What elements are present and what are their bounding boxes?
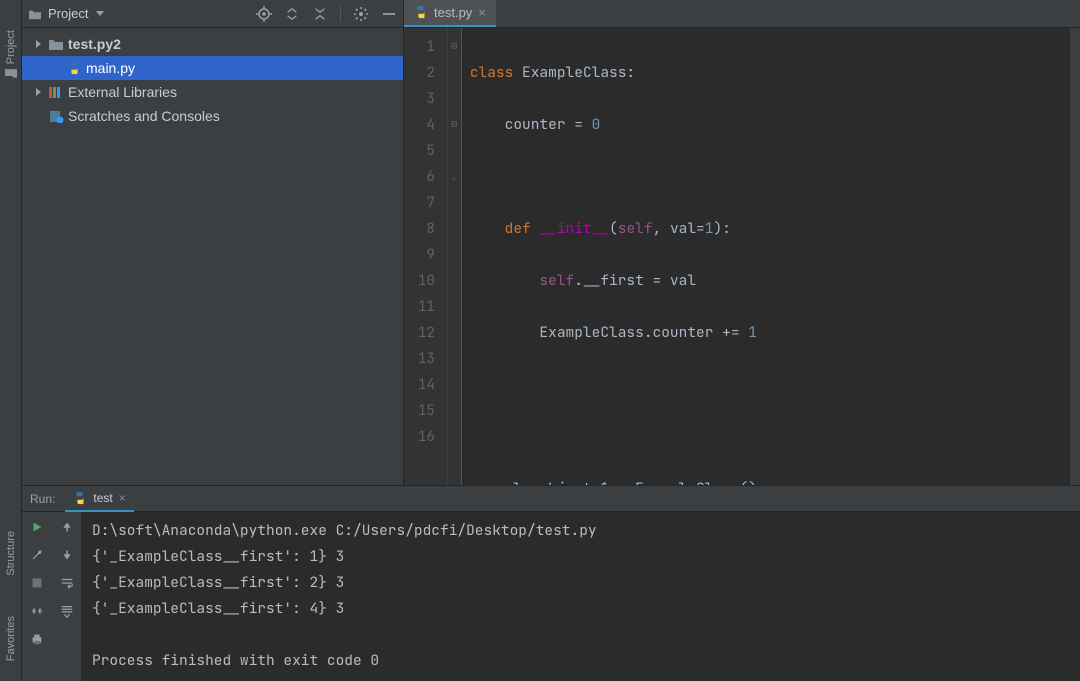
scratches-icon (48, 109, 64, 123)
project-view-title[interactable]: Project (48, 6, 88, 21)
fold-end-icon[interactable]: ⌞ (448, 164, 461, 190)
down-arrow-icon[interactable] (58, 546, 76, 564)
fold-marker-icon[interactable]: ⊟ (448, 34, 461, 60)
libraries-icon (48, 85, 64, 99)
scroll-to-end-icon[interactable] (58, 602, 76, 620)
editor-tab-test-py[interactable]: test.py × (404, 0, 496, 27)
run-tab-test[interactable]: test × (65, 486, 133, 512)
run-tab-label: test (93, 491, 112, 505)
project-icon (4, 68, 18, 80)
favorites-tool-button[interactable]: Favorites (5, 616, 17, 661)
layout-icon[interactable] (28, 602, 46, 620)
tree-row-external-libs[interactable]: External Libraries (22, 80, 403, 104)
run-toolbar-secondary (52, 512, 82, 681)
editor-scrollbar[interactable] (1070, 28, 1080, 485)
editor-tab-bar: test.py × (404, 0, 1080, 28)
locate-icon[interactable] (256, 6, 272, 22)
close-icon[interactable]: × (478, 5, 486, 20)
editor-area: test.py × 12345678910111213141516 ⊟ ⊟ ⌞ … (404, 0, 1080, 485)
project-tree[interactable]: test.py2 main.py (22, 28, 403, 132)
close-icon[interactable]: × (119, 491, 126, 505)
fold-marker-icon[interactable]: ⊟ (448, 112, 461, 138)
rerun-icon[interactable] (28, 518, 46, 536)
soft-wrap-icon[interactable] (58, 574, 76, 592)
python-file-icon (66, 61, 82, 75)
tree-row-root[interactable]: test.py2 (22, 32, 403, 56)
tree-row-scratches[interactable]: Scratches and Consoles (22, 104, 403, 128)
hide-panel-icon[interactable] (381, 6, 397, 22)
settings-wrench-icon[interactable] (28, 546, 46, 564)
settings-gear-icon[interactable] (353, 6, 369, 22)
print-icon[interactable] (28, 630, 46, 648)
fold-gutter: ⊟ ⊟ ⌞ (448, 28, 462, 485)
editor-tab-label: test.py (434, 5, 472, 20)
project-panel: Project (22, 0, 404, 485)
tool-window-bar-left: Project Structure Favorites (0, 0, 22, 681)
up-arrow-icon[interactable] (58, 518, 76, 536)
project-tool-button[interactable]: Project (4, 30, 18, 80)
folder-icon (48, 37, 64, 51)
python-file-icon (414, 5, 428, 19)
run-toolbar-primary (22, 512, 52, 681)
chevron-down-icon[interactable] (96, 11, 104, 16)
collapse-all-icon[interactable] (312, 6, 328, 22)
code-editor[interactable]: class ExampleClass: counter = 0 def __in… (462, 28, 1070, 485)
line-number-gutter: 12345678910111213141516 (404, 28, 448, 485)
tree-row-main-py[interactable]: main.py (22, 56, 403, 80)
run-header: Run: test × (22, 486, 1080, 512)
structure-tool-button[interactable]: Structure (5, 531, 17, 576)
chevron-right-icon[interactable] (32, 86, 44, 98)
chevron-right-icon[interactable] (32, 38, 44, 50)
expand-all-icon[interactable] (284, 6, 300, 22)
separator (340, 6, 341, 22)
stop-icon[interactable] (28, 574, 46, 592)
run-tool-window: Run: test × (22, 485, 1080, 681)
project-panel-header: Project (22, 0, 403, 28)
python-file-icon (73, 491, 87, 505)
run-console-output[interactable]: D:\soft\Anaconda\python.exe C:/Users/pdc… (82, 512, 1080, 681)
run-title: Run: (30, 492, 55, 506)
project-view-icon (28, 8, 42, 20)
